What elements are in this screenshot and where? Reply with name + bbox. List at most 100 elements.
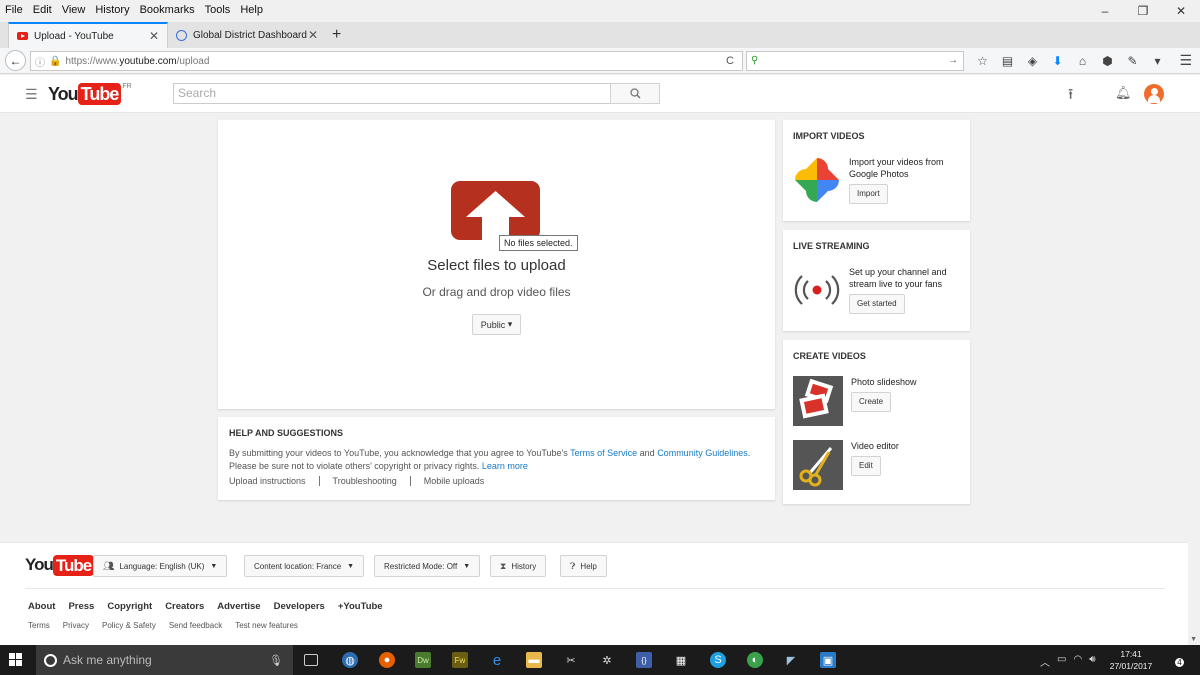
footer-link-privacy[interactable]: Privacy	[63, 621, 89, 630]
tab-close-icon[interactable]: ✕	[308, 28, 318, 42]
guide-menu-icon[interactable]: ☰	[25, 86, 38, 103]
footer-link-creators[interactable]: Creators	[165, 601, 204, 612]
scroll-down-arrow-icon[interactable]: ▼	[1190, 636, 1197, 643]
taskbar-clock[interactable]: 17:41 27/01/2017	[1108, 648, 1154, 672]
help-button[interactable]: ❓︎ Help	[560, 555, 607, 577]
home-icon[interactable]: ⌂	[1070, 52, 1095, 70]
menu-help[interactable]: Help	[235, 4, 268, 16]
get-started-button[interactable]: Get started	[849, 294, 905, 314]
code-editor-icon[interactable]: {}	[636, 652, 652, 668]
privacy-dropdown[interactable]: Public ▾	[472, 314, 521, 335]
new-tab-button[interactable]: +	[332, 26, 341, 44]
action-center-icon[interactable]: 4	[1168, 652, 1184, 667]
search-input[interactable]: Search	[173, 83, 611, 104]
location-label: Content location: France	[254, 561, 342, 571]
reload-icon[interactable]: C	[726, 55, 734, 67]
battery-icon[interactable]: ▭	[1057, 654, 1066, 669]
restore-button[interactable]: ❐	[1124, 0, 1162, 22]
history-button[interactable]: ⧗ History	[490, 555, 547, 577]
mobile-uploads-link[interactable]: Mobile uploads	[411, 476, 498, 486]
troubleshooting-link[interactable]: Troubleshooting	[320, 476, 411, 486]
overflow-chevron-icon[interactable]: ▾	[1145, 52, 1170, 70]
menu-view[interactable]: View	[57, 4, 91, 16]
site-info-icon[interactable]: ⓘ	[35, 54, 45, 69]
cortana-icon	[44, 653, 57, 667]
footer-link-advertise[interactable]: Advertise	[217, 601, 260, 612]
remote-desktop-icon[interactable]: ▣	[820, 652, 836, 668]
youtube-logo[interactable]: You Tube FR	[48, 83, 132, 105]
reading-list-icon[interactable]: ▤	[995, 52, 1020, 70]
menu-tools[interactable]: Tools	[200, 4, 236, 16]
upload-instructions-link[interactable]: Upload instructions	[229, 476, 320, 486]
search-button[interactable]	[610, 83, 660, 104]
addon-icon[interactable]: ✎	[1120, 52, 1145, 70]
footer-link-send-feedback[interactable]: Send feedback	[169, 621, 222, 630]
tools-icon[interactable]: ✂	[563, 652, 579, 668]
skype-icon[interactable]: S	[710, 652, 726, 668]
content-location-picker[interactable]: Content location: France ▼	[244, 555, 365, 577]
footer-link-developers[interactable]: Developers	[274, 601, 325, 612]
restricted-mode-picker[interactable]: Restricted Mode: Off ▼	[374, 555, 481, 577]
menu-edit[interactable]: Edit	[28, 4, 57, 16]
footer-link-about[interactable]: About	[28, 601, 55, 612]
footer-link-terms[interactable]: Terms	[28, 621, 50, 630]
network-globe-icon[interactable]: ◍	[342, 652, 358, 668]
import-button[interactable]: Import	[849, 184, 888, 204]
upload-arrow-icon[interactable]	[451, 181, 540, 240]
search-go-icon[interactable]: →	[948, 55, 958, 66]
settings-gear-icon[interactable]: ✲	[599, 652, 615, 668]
footer-link-press[interactable]: Press	[68, 601, 94, 612]
footer-link-test-new-features[interactable]: Test new features	[235, 621, 298, 630]
community-guidelines-link[interactable]: Community Guidelines	[657, 448, 748, 458]
firefox-icon[interactable]: ●	[379, 652, 395, 668]
chevron-down-icon: ▾	[507, 319, 513, 329]
language-picker[interactable]: 👥︎ Language: English (UK) ▼	[93, 555, 228, 577]
tab-upload-youtube[interactable]: Upload - YouTube ✕	[8, 22, 168, 48]
menu-file[interactable]: File	[0, 4, 28, 16]
notifications-bell-icon[interactable]: 🔔︎	[1115, 85, 1132, 101]
download-icon[interactable]: ⬇	[1045, 52, 1070, 70]
search-engine-icon[interactable]: ⚲	[751, 55, 758, 66]
upload-icon[interactable]: ⭱	[1068, 84, 1073, 109]
store-icon[interactable]: ▦	[673, 652, 689, 668]
learn-more-link[interactable]: Learn more	[482, 461, 528, 471]
footer-youtube-logo[interactable]: You Tube	[25, 555, 95, 576]
footer-link-copyright[interactable]: Copyright	[107, 601, 152, 612]
youtube-favicon-icon	[17, 32, 28, 40]
browser-menu-icon[interactable]: ☰	[1179, 52, 1192, 69]
terms-of-service-link[interactable]: Terms of Service	[570, 448, 637, 458]
tab-global-district-dashboard[interactable]: Global District Dashboard ✕	[168, 22, 326, 48]
cortana-search-input[interactable]: Ask me anything 🎙︎	[36, 645, 293, 675]
edge-icon[interactable]: e	[489, 652, 505, 669]
menu-bookmarks[interactable]: Bookmarks	[135, 4, 200, 16]
back-button[interactable]: ←	[5, 50, 26, 71]
bookmark-star-icon[interactable]: ☆	[970, 52, 995, 70]
edit-video-button[interactable]: Edit	[851, 456, 881, 476]
footer-link-policy-safety[interactable]: Policy & Safety	[102, 621, 156, 630]
extension-icon[interactable]: ⬢	[1095, 52, 1120, 70]
create-slideshow-button[interactable]: Create	[851, 392, 892, 412]
youtube-masthead: ☰ You Tube FR Search ⭱ 🔔︎	[0, 75, 1200, 113]
microphone-icon[interactable]: 🎙︎	[269, 654, 283, 667]
minimize-button[interactable]: –	[1086, 0, 1124, 22]
address-bar[interactable]: ⓘ 🔒 https://www. youtube.com/upload C	[30, 51, 743, 71]
tab-close-icon[interactable]: ✕	[149, 29, 159, 43]
file-explorer-icon[interactable]: ▬	[526, 652, 542, 668]
menu-history[interactable]: History	[90, 4, 134, 16]
browser-alt-icon[interactable]: ◐	[747, 652, 763, 668]
volume-icon[interactable]: 🔊︎	[1089, 654, 1095, 669]
history-label: History	[511, 561, 537, 571]
wifi-icon[interactable]: ◠	[1073, 654, 1082, 669]
pocket-icon[interactable]: ◈	[1020, 52, 1045, 70]
close-window-button[interactable]: ✕	[1162, 0, 1200, 22]
tray-expand-icon[interactable]: ︿	[1040, 654, 1050, 669]
task-view-icon[interactable]	[304, 654, 318, 666]
select-files-title[interactable]: Select files to upload	[218, 257, 775, 274]
fireworks-icon[interactable]: Fw	[452, 652, 468, 668]
footer-link-plus-youtube[interactable]: +YouTube	[338, 601, 383, 612]
dreamweaver-icon[interactable]: Dw	[415, 652, 431, 668]
windows-start-icon[interactable]	[9, 653, 23, 667]
avatar[interactable]	[1144, 84, 1164, 104]
browser-search-bar[interactable]: ⚲ →	[746, 51, 964, 71]
pen-tablet-icon[interactable]: ◤	[783, 652, 799, 668]
